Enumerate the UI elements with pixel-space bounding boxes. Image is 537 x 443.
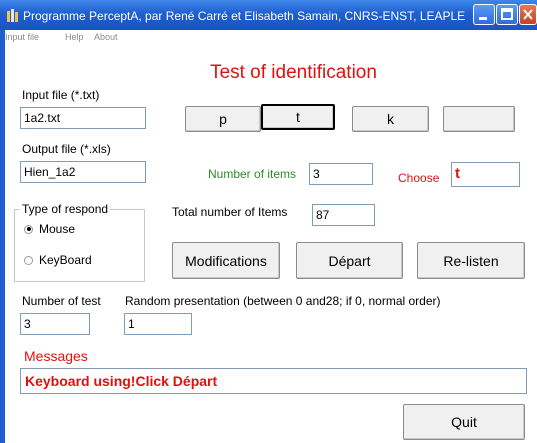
maximize-icon <box>501 8 513 20</box>
number-of-test-field[interactable]: 3 <box>20 313 90 335</box>
minimize-button[interactable] <box>473 4 495 25</box>
input-file-field[interactable]: 1a2.txt <box>20 107 146 129</box>
random-presentation-label: Random presentation (between 0 and28; if… <box>125 294 441 308</box>
radio-mouse-label: Mouse <box>39 222 76 236</box>
output-file-field[interactable]: Hien_1a2 <box>20 161 146 183</box>
relisten-button[interactable]: Re-listen <box>417 242 525 279</box>
number-of-items-label: Number of items <box>208 167 297 181</box>
radio-mouse-circle[interactable] <box>24 224 33 234</box>
menu-help[interactable]: Help <box>65 32 84 42</box>
radio-keyboard[interactable]: KeyBoard <box>24 253 92 267</box>
window-title: Programme PerceptA, par René Carré et El… <box>23 9 466 23</box>
messages-field: Keyboard using!Click Départ <box>20 368 527 394</box>
messages-label: Messages <box>24 348 88 364</box>
output-file-label: Output file (*.xls) <box>22 142 111 156</box>
minimize-icon <box>479 17 487 20</box>
app-icon <box>7 9 18 22</box>
phoneme-button-k[interactable]: k <box>352 106 429 132</box>
menu-bar: Input file Help About <box>0 30 537 47</box>
quit-button[interactable]: Quit <box>403 404 525 440</box>
modifications-button[interactable]: Modifications <box>172 242 280 279</box>
respond-type-title: Type of respond <box>20 202 111 216</box>
number-of-test-label: Number of test <box>22 294 101 308</box>
total-items-field[interactable]: 87 <box>312 204 375 226</box>
radio-keyboard-label: KeyBoard <box>39 253 92 267</box>
input-file-label: Input file (*.txt) <box>22 88 100 102</box>
random-presentation-field[interactable]: 1 <box>124 313 192 335</box>
close-icon <box>523 9 533 20</box>
window-frame-left <box>0 30 5 443</box>
radio-keyboard-circle[interactable] <box>24 255 33 265</box>
menu-about[interactable]: About <box>94 32 118 42</box>
depart-button[interactable]: Départ <box>296 242 403 279</box>
page-title: Test of identification <box>210 62 377 83</box>
app-window: Programme PerceptA, par René Carré et El… <box>0 0 537 443</box>
radio-mouse[interactable]: Mouse <box>24 222 75 236</box>
title-bar[interactable]: Programme PerceptA, par René Carré et El… <box>0 0 537 30</box>
number-of-items-field[interactable]: 3 <box>309 163 373 185</box>
respond-type-group <box>14 209 145 282</box>
choose-field[interactable]: t <box>451 162 520 187</box>
phoneme-button-t[interactable]: t <box>261 104 335 130</box>
phoneme-button-empty[interactable] <box>443 106 515 132</box>
total-items-label: Total number of Items <box>172 205 288 219</box>
phoneme-button-p[interactable]: p <box>185 106 261 132</box>
maximize-button[interactable] <box>496 4 518 25</box>
close-button[interactable] <box>519 4 537 25</box>
choose-label: Choose <box>398 171 440 185</box>
menu-input-file[interactable]: Input file <box>5 32 39 42</box>
